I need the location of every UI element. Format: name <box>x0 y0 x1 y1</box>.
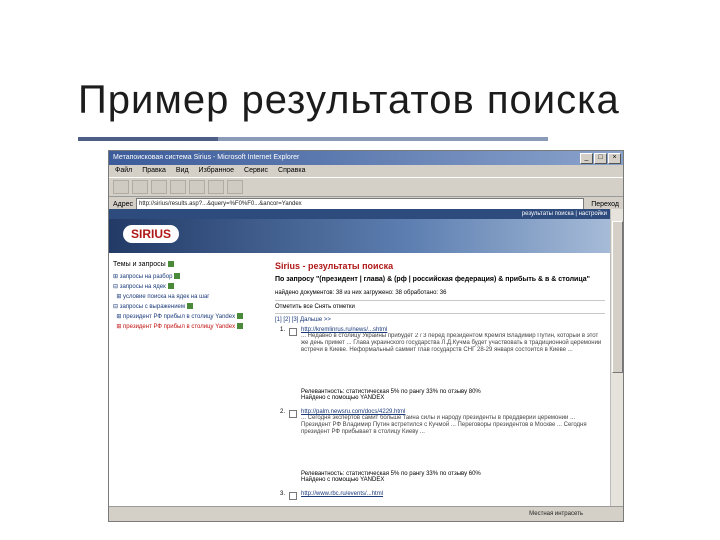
site-topnav[interactable]: результаты поиска | настройки <box>109 209 613 219</box>
result-checkbox[interactable] <box>289 328 297 336</box>
browser-window: Метапоисковая система Sirius - Microsoft… <box>108 150 624 522</box>
search-icon[interactable] <box>208 180 224 194</box>
stop-icon[interactable] <box>151 180 167 194</box>
minimize-icon[interactable]: _ <box>580 153 593 164</box>
sidebar-item[interactable]: ⊞ запросы на разбор <box>113 272 263 282</box>
site-banner: SIRIUS <box>109 219 613 253</box>
sirius-logo: SIRIUS <box>123 225 180 243</box>
vertical-scrollbar[interactable] <box>610 209 623 509</box>
maximize-icon[interactable]: □ <box>594 153 607 164</box>
result-number: 2. <box>279 409 285 415</box>
doc-icon <box>237 313 244 320</box>
menu-tools[interactable]: Сервис <box>244 165 268 177</box>
menu-edit[interactable]: Правка <box>142 165 166 177</box>
query-text: По запросу "(президент | глава) & (рф | … <box>275 276 590 283</box>
menu-file[interactable]: Файл <box>115 165 132 177</box>
address-label: Адрес <box>113 200 134 208</box>
menu-favorites[interactable]: Избранное <box>199 165 234 177</box>
pagination[interactable]: [1] [2] [3] Дальше >> <box>275 317 605 323</box>
go-button[interactable]: Переход <box>587 201 623 208</box>
result-number: 1. <box>279 327 285 333</box>
divider <box>275 300 605 301</box>
browser-title: Метапоисковая система Sirius - Microsoft… <box>113 154 300 161</box>
home-icon[interactable] <box>189 180 205 194</box>
select-toggle[interactable]: Отметить все Снять отметки <box>275 304 605 310</box>
sidebar-item[interactable]: ⊟ запросы с выражением <box>113 302 263 312</box>
scroll-thumb[interactable] <box>612 221 623 373</box>
sidebar-header: Темы и запросы <box>113 261 263 268</box>
close-icon[interactable]: × <box>608 153 621 164</box>
result-link[interactable]: http://www.rbc.ru/events/...html <box>301 491 605 497</box>
sidebar-item[interactable]: ⊟ запросы на ядек <box>113 282 263 292</box>
status-zone: Местная интрасеть <box>529 511 583 517</box>
divider <box>275 313 605 314</box>
result-number: 3. <box>279 491 285 497</box>
favorites-icon[interactable] <box>227 180 243 194</box>
doc-icon <box>187 303 194 310</box>
result-source: Найдено с помощью YANDEX <box>301 477 385 483</box>
result-snippet: ... Сегодня экспертов самит больше тайна… <box>301 415 587 435</box>
menu-help[interactable]: Справка <box>278 165 305 177</box>
menu-view[interactable]: Вид <box>176 165 189 177</box>
forward-icon[interactable] <box>132 180 148 194</box>
result-checkbox[interactable] <box>289 492 297 500</box>
result-count: найдено документов: 38 из них загружено:… <box>275 290 447 296</box>
result-item: 3. http://www.rbc.ru/events/...html <box>275 491 605 500</box>
slide-title: Пример результатов поиска <box>78 78 620 122</box>
title-underline-accent <box>78 137 218 141</box>
results-title: Sirius - результаты поиска <box>275 261 394 271</box>
folder-icon <box>167 261 174 268</box>
doc-icon <box>167 283 174 290</box>
results-main: Sirius - результаты поиска По запросу "(… <box>275 261 605 508</box>
sidebar: Темы и запросы ⊞ запросы на разбор ⊟ зап… <box>113 261 263 332</box>
sidebar-item[interactable]: ⊞ условие поиска на ядек на шаг <box>113 292 263 302</box>
result-checkbox[interactable] <box>289 410 297 418</box>
result-item: 2. http://palm.newsru.com/docs/4229.html… <box>275 409 605 483</box>
menu-bar: Файл Правка Вид Избранное Сервис Справка <box>109 165 623 177</box>
toolbar <box>109 177 623 197</box>
sidebar-item[interactable]: ⊞ президент РФ прибыл в столицу Yandex <box>113 312 263 322</box>
back-icon[interactable] <box>113 180 129 194</box>
result-item: 1. http://kremlinrus.ru/news/...shtml ..… <box>275 327 605 401</box>
result-source: Найдено с помощью YANDEX <box>301 395 385 401</box>
refresh-icon[interactable] <box>170 180 186 194</box>
result-snippet: ... Недавно в столицу Украины прибудет 2… <box>301 333 602 353</box>
sidebar-item-active[interactable]: ⊞ президент РФ прибыл в столицу Yandex <box>113 322 263 332</box>
status-bar: Местная интрасеть <box>109 506 623 521</box>
doc-icon <box>174 273 181 280</box>
page-content: результаты поиска | настройки SIRIUS Тем… <box>109 209 613 509</box>
browser-titlebar: Метапоисковая система Sirius - Microsoft… <box>109 151 623 165</box>
doc-icon <box>237 323 244 330</box>
